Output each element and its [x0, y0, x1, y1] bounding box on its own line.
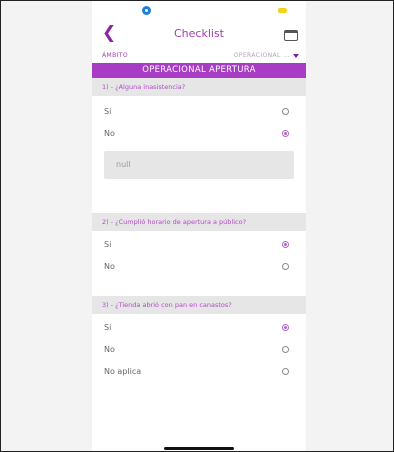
dropdown-caret-icon[interactable] [293, 54, 299, 58]
status-bar [92, 1, 306, 23]
option-row[interactable]: Si [92, 234, 306, 256]
option-label: Si [104, 240, 112, 249]
question-label: 1) - ¿Alguna inasistencia? [92, 78, 306, 96]
question-label: 2) - ¿Cumplió horario de apertura a públ… [92, 213, 306, 231]
option-label: No [104, 345, 115, 354]
ambito-value[interactable]: OPERACIONAL ... [234, 52, 290, 59]
option-row[interactable]: Si [92, 101, 306, 123]
radio-button[interactable] [282, 368, 289, 375]
nav-bar: ❮ Checklist [92, 23, 306, 45]
phone-screen: ❮ Checklist ÁMBITO OPERACIONAL ... OPERA… [92, 1, 306, 451]
option-label: Si [104, 323, 112, 332]
radio-button[interactable] [282, 346, 289, 353]
comment-field[interactable]: null [104, 151, 294, 179]
option-label: Si [104, 107, 112, 116]
tabs-icon[interactable] [284, 30, 298, 41]
home-indicator[interactable] [164, 447, 234, 450]
battery-icon [278, 8, 287, 13]
option-label: No aplica [104, 367, 142, 376]
radio-button-selected[interactable] [282, 324, 289, 331]
question-label: 3) - ¿Tienda abrió con pan en canastos? [92, 296, 306, 314]
radio-button[interactable] [282, 108, 289, 115]
radio-button[interactable] [282, 263, 289, 270]
location-icon [142, 6, 151, 15]
option-row[interactable]: No [92, 123, 306, 145]
section-header: OPERACIONAL APERTURA [92, 63, 306, 78]
page-title: Checklist [174, 27, 224, 40]
option-label: No [104, 262, 115, 271]
radio-button-selected[interactable] [282, 241, 289, 248]
ambito-selector[interactable]: ÁMBITO OPERACIONAL ... [92, 45, 306, 63]
option-row[interactable]: No aplica [92, 361, 306, 383]
ambito-label: ÁMBITO [102, 52, 128, 59]
option-label: No [104, 129, 115, 138]
option-row[interactable]: No [92, 256, 306, 278]
option-row[interactable]: Si [92, 317, 306, 339]
radio-button-selected[interactable] [282, 130, 289, 137]
screenshot-frame: ❮ Checklist ÁMBITO OPERACIONAL ... OPERA… [0, 0, 394, 452]
option-row[interactable]: No [92, 339, 306, 361]
